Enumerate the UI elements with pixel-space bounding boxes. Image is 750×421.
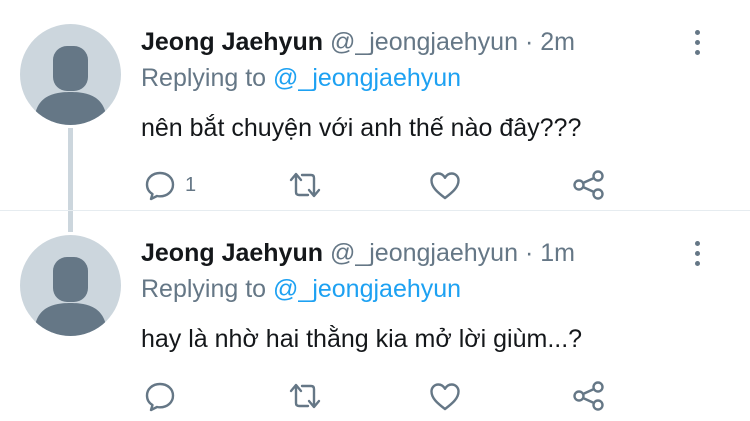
tweet-actions: 1: [0, 165, 750, 205]
avatar-icon: [34, 46, 107, 125]
timestamp[interactable]: 2m: [540, 28, 575, 56]
more-vertical-icon[interactable]: [690, 30, 704, 56]
share-button[interactable]: [571, 165, 607, 205]
reply-button[interactable]: [143, 376, 185, 416]
share-icon: [573, 170, 604, 200]
replying-to-label: Replying to: [141, 64, 267, 92]
like-button[interactable]: [428, 376, 462, 416]
more-vertical-icon[interactable]: [690, 241, 704, 267]
tweet[interactable]: Jeong Jaehyun @_jeongjaehyun · 1m Replyi…: [0, 211, 750, 421]
username[interactable]: @_jeongjaehyun: [330, 239, 518, 267]
avatar[interactable]: [20, 235, 121, 336]
like-icon: [430, 172, 460, 200]
replying-to: Replying to @_jeongjaehyun: [141, 275, 461, 303]
replying-to-mention[interactable]: @_jeongjaehyun: [273, 275, 461, 303]
share-button[interactable]: [571, 376, 607, 416]
like-button[interactable]: [428, 165, 462, 205]
retweet-button[interactable]: [287, 376, 323, 416]
tweet-text: hay là nhờ hai thằng kia mở lời giùm...?: [141, 325, 583, 353]
retweet-icon: [289, 383, 321, 409]
reply-icon: [145, 171, 175, 201]
display-name[interactable]: Jeong Jaehyun: [141, 28, 323, 56]
reply-count: 1: [185, 173, 197, 196]
retweet-icon: [289, 172, 321, 198]
tweet-text: nên bắt chuyện với anh thế nào đây???: [141, 114, 582, 142]
tweet-header: Jeong Jaehyun @_jeongjaehyun · 2m: [141, 28, 575, 56]
replying-to: Replying to @_jeongjaehyun: [141, 64, 461, 92]
avatar[interactable]: [20, 24, 121, 125]
reply-icon: [145, 382, 175, 412]
reply-button[interactable]: 1: [143, 165, 196, 205]
share-icon: [573, 381, 604, 411]
tweet-header: Jeong Jaehyun @_jeongjaehyun · 1m: [141, 239, 575, 267]
tweet-actions: [0, 376, 750, 416]
avatar-icon: [34, 257, 107, 336]
separator-dot: ·: [524, 28, 534, 56]
replying-to-mention[interactable]: @_jeongjaehyun: [273, 64, 461, 92]
separator-dot: ·: [524, 239, 534, 267]
replying-to-label: Replying to: [141, 275, 267, 303]
display-name[interactable]: Jeong Jaehyun: [141, 239, 323, 267]
like-icon: [430, 383, 460, 411]
retweet-button[interactable]: [287, 165, 323, 205]
username[interactable]: @_jeongjaehyun: [330, 28, 518, 56]
tweet[interactable]: Jeong Jaehyun @_jeongjaehyun · 2m Replyi…: [0, 0, 750, 232]
timestamp[interactable]: 1m: [540, 239, 575, 267]
